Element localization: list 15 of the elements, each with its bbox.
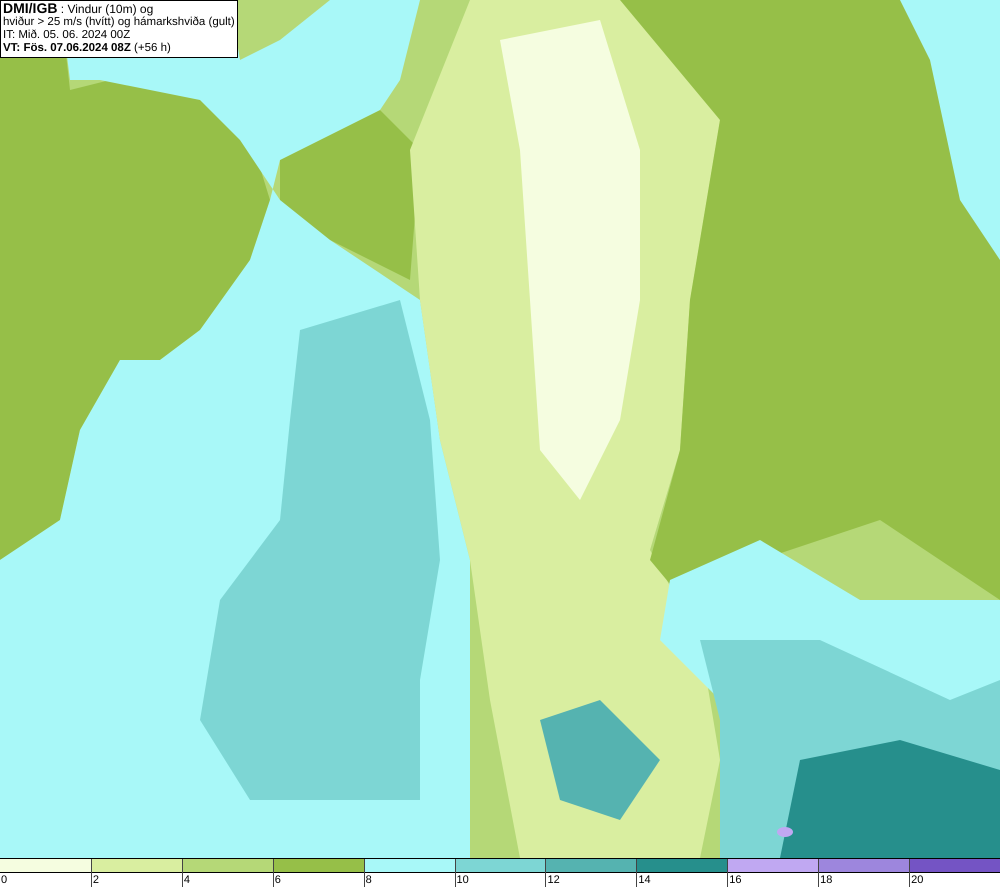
legend-label: 16 [728,873,742,887]
legend-label: 18 [819,873,832,887]
map-title: DMI/IGB : Vindur (10m) og [3,2,154,16]
legend-label: 20 [910,873,924,887]
legend-label: 10 [456,873,469,887]
info-text: IT: Mið. 05. 06. 2024 00Z [3,29,132,42]
legend-label: 2 [92,873,100,887]
info-text: hviður > 25 m/s (hvítt) og hámarkshviða (gult) [3,16,235,29]
legend-label: 6 [274,873,281,887]
info-text: VT: Fös. 07.06.2024 08Z (+56 h) [3,42,172,55]
legend-label: 0 [0,873,8,887]
legend-label: 12 [546,873,560,887]
legend-label: 4 [182,873,190,887]
legend-label: 8 [364,873,372,887]
legend-label: 14 [637,873,651,887]
